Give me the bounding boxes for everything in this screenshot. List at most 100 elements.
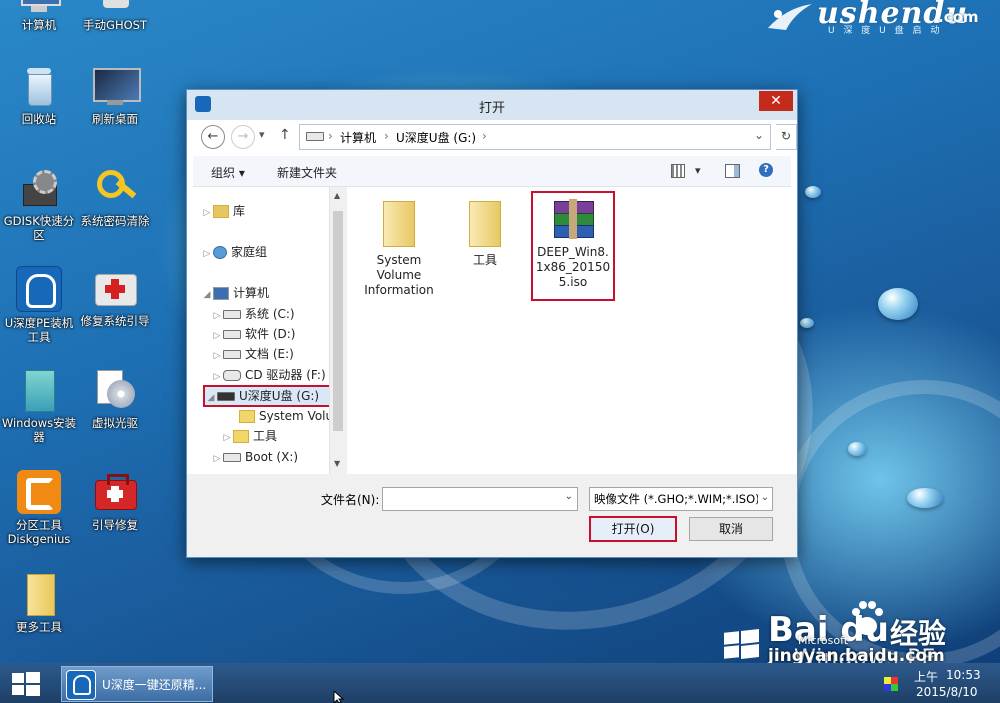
- scroll-down-icon[interactable]: ▼: [334, 459, 340, 468]
- desktop-icon-recycle-bin[interactable]: 回收站: [0, 64, 78, 126]
- desktop-icon-gdisk[interactable]: GDISK快速分区: [0, 166, 78, 242]
- drive-icon: [223, 310, 241, 319]
- view-icon[interactable]: [671, 164, 685, 178]
- chevron-down-icon[interactable]: ⌄: [758, 488, 772, 510]
- mouse-cursor-icon: [333, 691, 345, 703]
- filetype-select[interactable]: 映像文件 (*.GHO;*.WIM;*.ISO) ⌄: [589, 487, 773, 511]
- expand-arrow-icon[interactable]: ▷: [221, 428, 233, 448]
- chevron-down-icon[interactable]: ⌄: [565, 491, 573, 502]
- desktop-icon-label: GDISK快速分区: [3, 214, 75, 242]
- expand-arrow-icon[interactable]: ▷: [201, 244, 213, 264]
- collapse-arrow-icon[interactable]: ◢: [205, 389, 217, 407]
- taskbar-item-usd-restore[interactable]: U深度一键还原精...: [61, 666, 213, 702]
- desktop-icon-label: 计算机: [21, 18, 57, 32]
- desktop-icon-virtual-drive[interactable]: 虚拟光驱: [76, 368, 154, 430]
- collapse-arrow-icon[interactable]: ◢: [201, 285, 213, 305]
- nav-item-drive-e[interactable]: ▷ 文档 (E:): [211, 344, 294, 364]
- desktop: ushendu .com U 深 度 U 盘 启 动 计算机 手动GHOST 回…: [0, 0, 1000, 663]
- desktop-icon-boot-repair[interactable]: 引导修复: [76, 470, 154, 532]
- back-button[interactable]: ←: [201, 125, 225, 149]
- expand-arrow-icon[interactable]: ▷: [201, 203, 213, 223]
- desktop-icon-windows-installer[interactable]: Windows安装器: [0, 368, 78, 444]
- desktop-icon-label: 分区工具Diskgenius: [7, 518, 71, 546]
- drive-icon: [223, 453, 241, 462]
- expand-arrow-icon[interactable]: ▷: [211, 449, 223, 469]
- nav-item-system-volume[interactable]: System Volum: [227, 406, 345, 426]
- recycle-bin-icon: [17, 64, 61, 108]
- cancel-button[interactable]: 取消: [689, 517, 773, 541]
- breadcrumb-usb-drive[interactable]: U深度U盘 (G:): [396, 129, 476, 146]
- desktop-icon-refresh-desktop[interactable]: 刷新桌面: [76, 64, 154, 126]
- library-icon: [213, 205, 229, 218]
- clock-time[interactable]: 10:53: [946, 668, 981, 682]
- desktop-icon-label: 虚拟光驱: [92, 416, 138, 430]
- breadcrumb-separator: ›: [482, 129, 487, 143]
- dialog-footer: 文件名(N): ⌄ 映像文件 (*.GHO;*.WIM;*.ISO) ⌄ 打开(…: [187, 474, 797, 557]
- forward-button[interactable]: →: [231, 125, 255, 149]
- open-button[interactable]: 打开(O): [589, 516, 677, 542]
- recent-locations-dropdown[interactable]: ▾: [259, 128, 265, 141]
- expand-arrow-icon[interactable]: ▷: [211, 346, 223, 366]
- folder-icon: [17, 572, 61, 616]
- desktop-icon-manual-ghost[interactable]: 手动GHOST: [76, 0, 154, 32]
- desktop-icon-computer[interactable]: 计算机: [0, 0, 78, 32]
- file-item-tools[interactable]: 工具: [447, 201, 523, 268]
- desktop-icon-label: 刷新桌面: [92, 112, 138, 126]
- nav-item-homegroup[interactable]: ▷ 家庭组: [201, 242, 267, 262]
- scroll-thumb[interactable]: [333, 211, 343, 431]
- desktop-icon-repair-boot[interactable]: 修复系统引导: [76, 266, 154, 328]
- expand-arrow-icon[interactable]: ▷: [211, 306, 223, 326]
- breadcrumb-computer[interactable]: 计算机: [340, 129, 376, 146]
- water-drop: [848, 442, 866, 456]
- desktop-icon-diskgenius[interactable]: 分区工具Diskgenius: [0, 470, 78, 546]
- address-bar[interactable]: › 计算机 › U深度U盘 (G:) › ⌄: [299, 124, 771, 150]
- file-item-deep-iso[interactable]: DEEP_Win8.1x86_201505.iso: [531, 191, 615, 301]
- clock-ampm: 上午: [914, 670, 939, 684]
- diskgenius-icon: [17, 470, 61, 514]
- expand-arrow-icon[interactable]: ▷: [211, 326, 223, 346]
- nav-item-drive-c[interactable]: ▷ 系统 (C:): [211, 304, 295, 324]
- water-drop: [805, 186, 821, 198]
- file-item-system-volume[interactable]: System Volume Information: [361, 201, 437, 298]
- close-button[interactable]: ✕: [759, 91, 793, 111]
- expand-arrow-icon[interactable]: ▷: [211, 367, 223, 387]
- organize-button[interactable]: 组织 ▾: [211, 164, 245, 181]
- nav-item-tools[interactable]: ▷ 工具: [221, 426, 277, 446]
- nav-scrollbar[interactable]: ▲ ▼: [329, 187, 347, 474]
- gear-disk-icon: [17, 166, 61, 210]
- file-list[interactable]: System Volume Information 工具 DEEP_Win8.1…: [347, 187, 791, 474]
- up-button[interactable]: ↑: [279, 127, 291, 143]
- desktop-icon-usd-pe-tool[interactable]: U深度PE装机工具: [0, 266, 78, 344]
- view-dropdown[interactable]: ▾: [695, 164, 701, 177]
- nav-item-cd-drive-f[interactable]: ▷ CD 驱动器 (F:) U: [211, 365, 339, 387]
- navigation-pane[interactable]: ▷ 库 ▷ 家庭组 ◢ 计算机 ▷ 系统 (C:) ▷ 软件 (D:) ▷ 文档 (E:) …: [193, 187, 346, 474]
- repair-kit-icon: [93, 470, 137, 514]
- dialog-title: 打开: [478, 101, 505, 116]
- dialog-titlebar[interactable]: 打开 ✕: [187, 90, 797, 120]
- start-button[interactable]: [12, 672, 42, 696]
- brand-logo: ushendu .com U 深 度 U 盘 启 动: [762, 0, 1000, 36]
- monitor-icon: [93, 64, 141, 108]
- breadcrumb-separator: ›: [384, 129, 389, 143]
- windows-installer-icon: [17, 368, 61, 412]
- tray-color-icon[interactable]: [884, 677, 898, 691]
- scroll-up-icon[interactable]: ▲: [334, 191, 340, 200]
- help-icon[interactable]: ?: [759, 163, 773, 177]
- refresh-button[interactable]: ↻: [776, 124, 797, 150]
- nav-item-computer[interactable]: ◢ 计算机: [201, 283, 269, 303]
- nav-item-drive-d[interactable]: ▷ 软件 (D:): [211, 324, 296, 346]
- preview-pane-icon[interactable]: [725, 164, 740, 178]
- desktop-icon-more-tools[interactable]: 更多工具: [0, 572, 78, 634]
- nav-item-libraries[interactable]: ▷ 库: [201, 201, 245, 221]
- taskbar: U深度一键还原精... 上午 10:53 2015/8/10: [0, 663, 1000, 703]
- nav-item-boot-x[interactable]: ▷ Boot (X:): [211, 447, 299, 469]
- file-name: System Volume Information: [364, 253, 434, 297]
- filename-input[interactable]: ⌄: [382, 487, 578, 511]
- clock-date[interactable]: 2015/8/10: [916, 685, 978, 699]
- new-folder-button[interactable]: 新建文件夹: [277, 164, 337, 181]
- desktop-icon-password-clear[interactable]: 系统密码清除: [76, 166, 154, 228]
- drive-icon: [223, 330, 241, 339]
- nav-item-usb-drive-g[interactable]: ◢ U深度U盘 (G:): [203, 385, 331, 407]
- virtual-drive-icon: [93, 368, 137, 412]
- address-dropdown[interactable]: ⌄: [754, 128, 764, 142]
